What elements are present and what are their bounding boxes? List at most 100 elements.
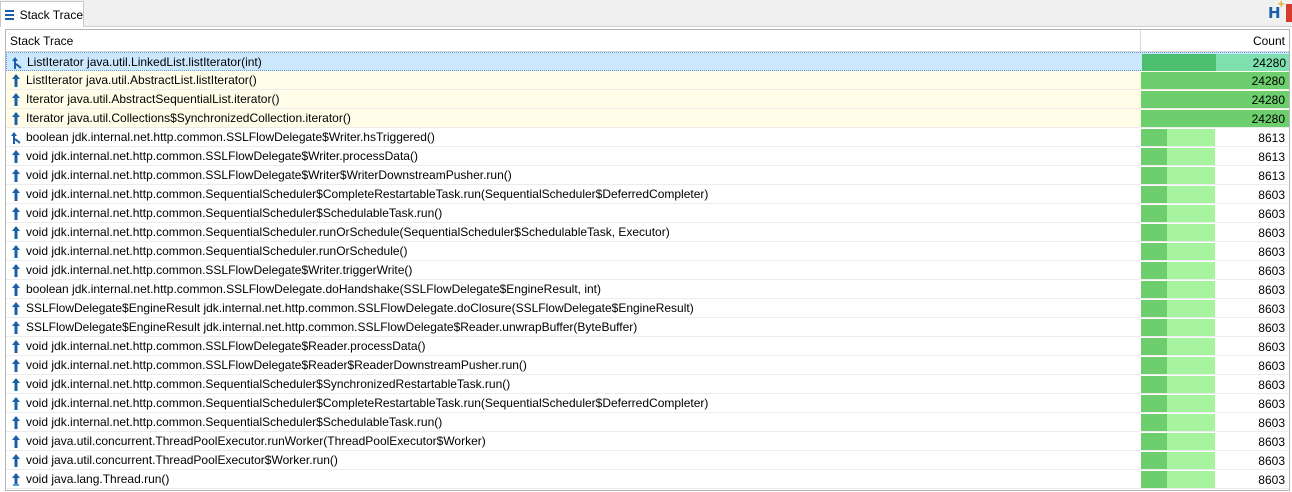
count-cell: 24280 (1141, 71, 1289, 89)
count-bar-total (1141, 167, 1167, 184)
stack-frame-cell[interactable]: void java.lang.Thread.run() (6, 470, 1141, 488)
stack-frame-cell[interactable]: SSLFlowDelegate$EngineResult jdk.interna… (6, 318, 1141, 336)
up-arrow-icon (12, 92, 20, 106)
table-row[interactable]: void jdk.internal.net.http.common.Sequen… (6, 242, 1289, 261)
stack-frame-cell[interactable]: boolean jdk.internal.net.http.common.SSL… (6, 280, 1141, 298)
stack-frame-cell[interactable]: ListIterator java.util.LinkedList.listIt… (7, 53, 1142, 71)
stack-frame-text: void java.util.concurrent.ThreadPoolExec… (26, 434, 486, 448)
count-cell: 8603 (1141, 261, 1289, 279)
table-body: ListIterator java.util.LinkedList.listIt… (6, 52, 1289, 489)
tab-stack-trace[interactable]: Stack Trace (0, 1, 84, 27)
count-value: 8603 (1258, 226, 1285, 240)
stack-frame-cell[interactable]: void jdk.internal.net.http.common.SSLFlo… (6, 147, 1141, 165)
count-cell: 8603 (1141, 356, 1289, 374)
table-row[interactable]: void jdk.internal.net.http.common.Sequen… (6, 394, 1289, 413)
table-row[interactable]: ListIterator java.util.LinkedList.listIt… (6, 52, 1289, 71)
up-arrow-icon (12, 358, 20, 372)
count-value: 8603 (1258, 378, 1285, 392)
count-cell: 8603 (1141, 375, 1289, 393)
count-bar-total (1141, 433, 1167, 450)
stack-frame-cell[interactable]: void java.util.concurrent.ThreadPoolExec… (6, 451, 1141, 469)
table-row[interactable]: void java.util.concurrent.ThreadPoolExec… (6, 451, 1289, 470)
stack-frame-text: ListIterator java.util.LinkedList.listIt… (27, 55, 262, 69)
count-value: 8613 (1258, 131, 1285, 145)
table-row[interactable]: void jdk.internal.net.http.common.Sequen… (6, 413, 1289, 432)
table-row[interactable]: void jdk.internal.net.http.common.SSLFlo… (6, 337, 1289, 356)
stack-frame-cell[interactable]: void jdk.internal.net.http.common.Sequen… (6, 413, 1141, 431)
table-row[interactable]: SSLFlowDelegate$EngineResult jdk.interna… (6, 318, 1289, 337)
stack-frame-text: Iterator java.util.AbstractSequentialLis… (26, 92, 280, 106)
count-value: 24280 (1252, 56, 1286, 70)
count-bar-total (1141, 129, 1167, 146)
count-value: 8603 (1258, 264, 1285, 278)
table-row[interactable]: void java.lang.Thread.run() 8603 (6, 470, 1289, 489)
stack-frame-text: void jdk.internal.net.http.common.SSLFlo… (26, 358, 527, 372)
table-row[interactable]: Iterator java.util.Collections$Synchroni… (6, 109, 1289, 128)
stack-frame-cell[interactable]: boolean jdk.internal.net.http.common.SSL… (6, 128, 1141, 146)
stack-frame-cell[interactable]: Iterator java.util.Collections$Synchroni… (6, 109, 1141, 127)
table-row[interactable]: void jdk.internal.net.http.common.SSLFlo… (6, 147, 1289, 166)
count-bar-self (1167, 167, 1215, 184)
stack-frame-cell[interactable]: ListIterator java.util.AbstractList.list… (6, 71, 1141, 89)
stack-frame-cell[interactable]: void jdk.internal.net.http.common.SSLFlo… (6, 337, 1141, 355)
table-row[interactable]: void jdk.internal.net.http.common.SSLFlo… (6, 166, 1289, 185)
count-bar-total (1141, 91, 1215, 108)
table-row[interactable]: void java.util.concurrent.ThreadPoolExec… (6, 432, 1289, 451)
stack-frame-text: void jdk.internal.net.http.common.SSLFlo… (26, 149, 418, 163)
stack-frame-text: void jdk.internal.net.http.common.Sequen… (26, 415, 443, 429)
stack-frame-cell[interactable]: void jdk.internal.net.http.common.Sequen… (6, 204, 1141, 222)
table-row[interactable]: void jdk.internal.net.http.common.Sequen… (6, 204, 1289, 223)
table-row[interactable]: void jdk.internal.net.http.common.SSLFlo… (6, 356, 1289, 375)
table-row[interactable]: void jdk.internal.net.http.common.SSLFlo… (6, 261, 1289, 280)
table-row[interactable]: void jdk.internal.net.http.common.Sequen… (6, 223, 1289, 242)
table-row[interactable]: boolean jdk.internal.net.http.common.SSL… (6, 280, 1289, 299)
stack-frame-cell[interactable]: SSLFlowDelegate$EngineResult jdk.interna… (6, 299, 1141, 317)
count-cell: 8603 (1141, 223, 1289, 241)
count-value: 8603 (1258, 359, 1285, 373)
table-header: Stack Trace Count (6, 30, 1289, 52)
count-value: 24280 (1251, 74, 1285, 88)
stack-frame-cell[interactable]: void jdk.internal.net.http.common.Sequen… (6, 223, 1141, 241)
count-cell: 8603 (1141, 432, 1289, 450)
stack-frame-cell[interactable]: void jdk.internal.net.http.common.SSLFlo… (6, 261, 1141, 279)
table-row[interactable]: void jdk.internal.net.http.common.Sequen… (6, 185, 1289, 204)
stack-frame-text: void jdk.internal.net.http.common.Sequen… (26, 377, 511, 391)
stack-frame-cell[interactable]: void jdk.internal.net.http.common.Sequen… (6, 394, 1141, 412)
count-bar-total (1141, 243, 1167, 260)
close-panel-icon[interactable] (1286, 4, 1292, 22)
count-value: 8603 (1258, 207, 1285, 221)
stack-frame-cell[interactable]: void jdk.internal.net.http.common.Sequen… (6, 375, 1141, 393)
count-value: 8603 (1258, 302, 1285, 316)
count-cell: 8603 (1141, 280, 1289, 298)
stack-frame-cell[interactable]: Iterator java.util.AbstractSequentialLis… (6, 90, 1141, 108)
stack-frame-text: void java.util.concurrent.ThreadPoolExec… (26, 453, 338, 467)
stack-frame-cell[interactable]: void jdk.internal.net.http.common.SSLFlo… (6, 356, 1141, 374)
table-row[interactable]: void jdk.internal.net.http.common.Sequen… (6, 375, 1289, 394)
count-value: 8603 (1258, 283, 1285, 297)
stack-frame-text: SSLFlowDelegate$EngineResult jdk.interna… (26, 301, 694, 315)
up-arrow-icon (12, 244, 20, 258)
count-value: 8603 (1258, 397, 1285, 411)
up-arrow-icon (12, 282, 20, 296)
stack-frame-cell[interactable]: void jdk.internal.net.http.common.Sequen… (6, 242, 1141, 260)
count-bar-self (1167, 471, 1215, 488)
hot-methods-icon[interactable]: H + (1268, 0, 1286, 22)
count-bar-total (1141, 110, 1215, 127)
stack-frame-cell[interactable]: void java.util.concurrent.ThreadPoolExec… (6, 432, 1141, 450)
table-row[interactable]: Iterator java.util.AbstractSequentialLis… (6, 90, 1289, 109)
stack-frame-cell[interactable]: void jdk.internal.net.http.common.SSLFlo… (6, 166, 1141, 184)
table-row[interactable]: boolean jdk.internal.net.http.common.SSL… (6, 128, 1289, 147)
table-row[interactable]: ListIterator java.util.AbstractList.list… (6, 71, 1289, 90)
count-bar-self (1167, 243, 1215, 260)
stack-frame-cell[interactable]: void jdk.internal.net.http.common.Sequen… (6, 185, 1141, 203)
up-arrow-icon (12, 111, 20, 125)
count-cell: 8603 (1141, 413, 1289, 431)
count-bar-total (1141, 471, 1167, 488)
column-header-count[interactable]: Count (1141, 30, 1289, 52)
count-cell: 24280 (1142, 53, 1289, 71)
count-cell: 8613 (1141, 128, 1289, 146)
table-row[interactable]: SSLFlowDelegate$EngineResult jdk.interna… (6, 299, 1289, 318)
column-header-stack-trace[interactable]: Stack Trace (6, 30, 1141, 52)
count-bar-total (1141, 281, 1167, 298)
up-arrow-icon (12, 168, 20, 182)
